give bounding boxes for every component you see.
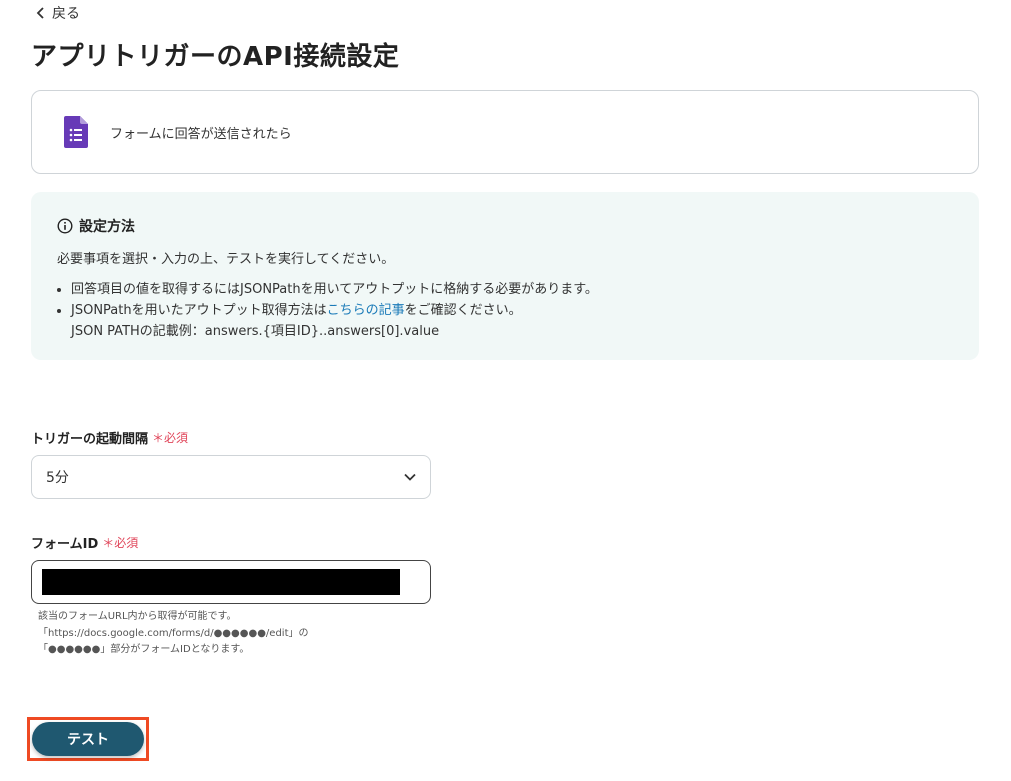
form-id-label-text: フォームID bbox=[31, 537, 99, 552]
help-line-3: 「●●●●●●」部分がフォームIDとなります。 bbox=[38, 644, 250, 655]
info-list: 回答項目の値を取得するにはJSONPathを用いてアウトプットに格納する必要があ… bbox=[57, 279, 953, 342]
info-bullet-2-prefix: JSONPathを用いたアウトプット取得方法は bbox=[71, 303, 327, 318]
page-title: アプリトリガーのAPI接続設定 bbox=[31, 42, 400, 72]
chevron-left-icon bbox=[36, 7, 44, 19]
interval-field-label: トリガーの起動間隔 ＊必須 bbox=[31, 428, 188, 447]
interval-select[interactable]: 5分 bbox=[31, 455, 431, 499]
back-link[interactable]: 戻る bbox=[36, 3, 80, 23]
info-icon bbox=[57, 218, 73, 234]
help-line-2: 「https://docs.google.com/forms/d/●●●●●●/… bbox=[38, 627, 309, 639]
test-button-highlight: テスト bbox=[27, 717, 149, 761]
trigger-label: フォームに回答が送信されたら bbox=[110, 126, 292, 142]
info-title: 設定方法 bbox=[79, 219, 135, 235]
info-bullet-2-suffix: をご確認ください。 bbox=[404, 303, 522, 318]
info-bullet-1: 回答項目の値を取得するにはJSONPathを用いてアウトプットに格納する必要があ… bbox=[71, 279, 953, 300]
chevron-down-icon bbox=[404, 473, 416, 481]
redacted-value bbox=[42, 569, 400, 595]
interval-label-text: トリガーの起動間隔 bbox=[31, 432, 149, 447]
info-bullet-2: JSONPathを用いたアウトプット取得方法はこちらの記事をご確認ください。 J… bbox=[71, 300, 953, 342]
required-badge: ＊必須 bbox=[102, 536, 139, 550]
json-path-example: JSON PATHの記載例：answers.{項目ID}..answers[0]… bbox=[71, 324, 440, 339]
google-forms-icon bbox=[64, 116, 88, 148]
interval-select-value: 5分 bbox=[46, 470, 69, 486]
info-heading: 設定方法 bbox=[57, 216, 953, 236]
article-link[interactable]: こちらの記事 bbox=[327, 303, 405, 318]
form-id-help: 該当のフォームURL内から取得が可能です。 「https://docs.goog… bbox=[38, 609, 309, 659]
setup-info-box: 設定方法 必要事項を選択・入力の上、テストを実行してください。 回答項目の値を取… bbox=[31, 192, 979, 360]
form-id-input[interactable] bbox=[31, 560, 431, 604]
trigger-card: フォームに回答が送信されたら bbox=[31, 90, 979, 174]
back-link-label: 戻る bbox=[52, 6, 80, 22]
form-id-field-label: フォームID ＊必須 bbox=[31, 533, 138, 552]
help-line-1: 該当のフォームURL内から取得が可能です。 bbox=[38, 611, 237, 622]
required-badge: ＊必須 bbox=[152, 431, 189, 445]
test-button[interactable]: テスト bbox=[32, 722, 144, 756]
info-description: 必要事項を選択・入力の上、テストを実行してください。 bbox=[57, 252, 395, 267]
